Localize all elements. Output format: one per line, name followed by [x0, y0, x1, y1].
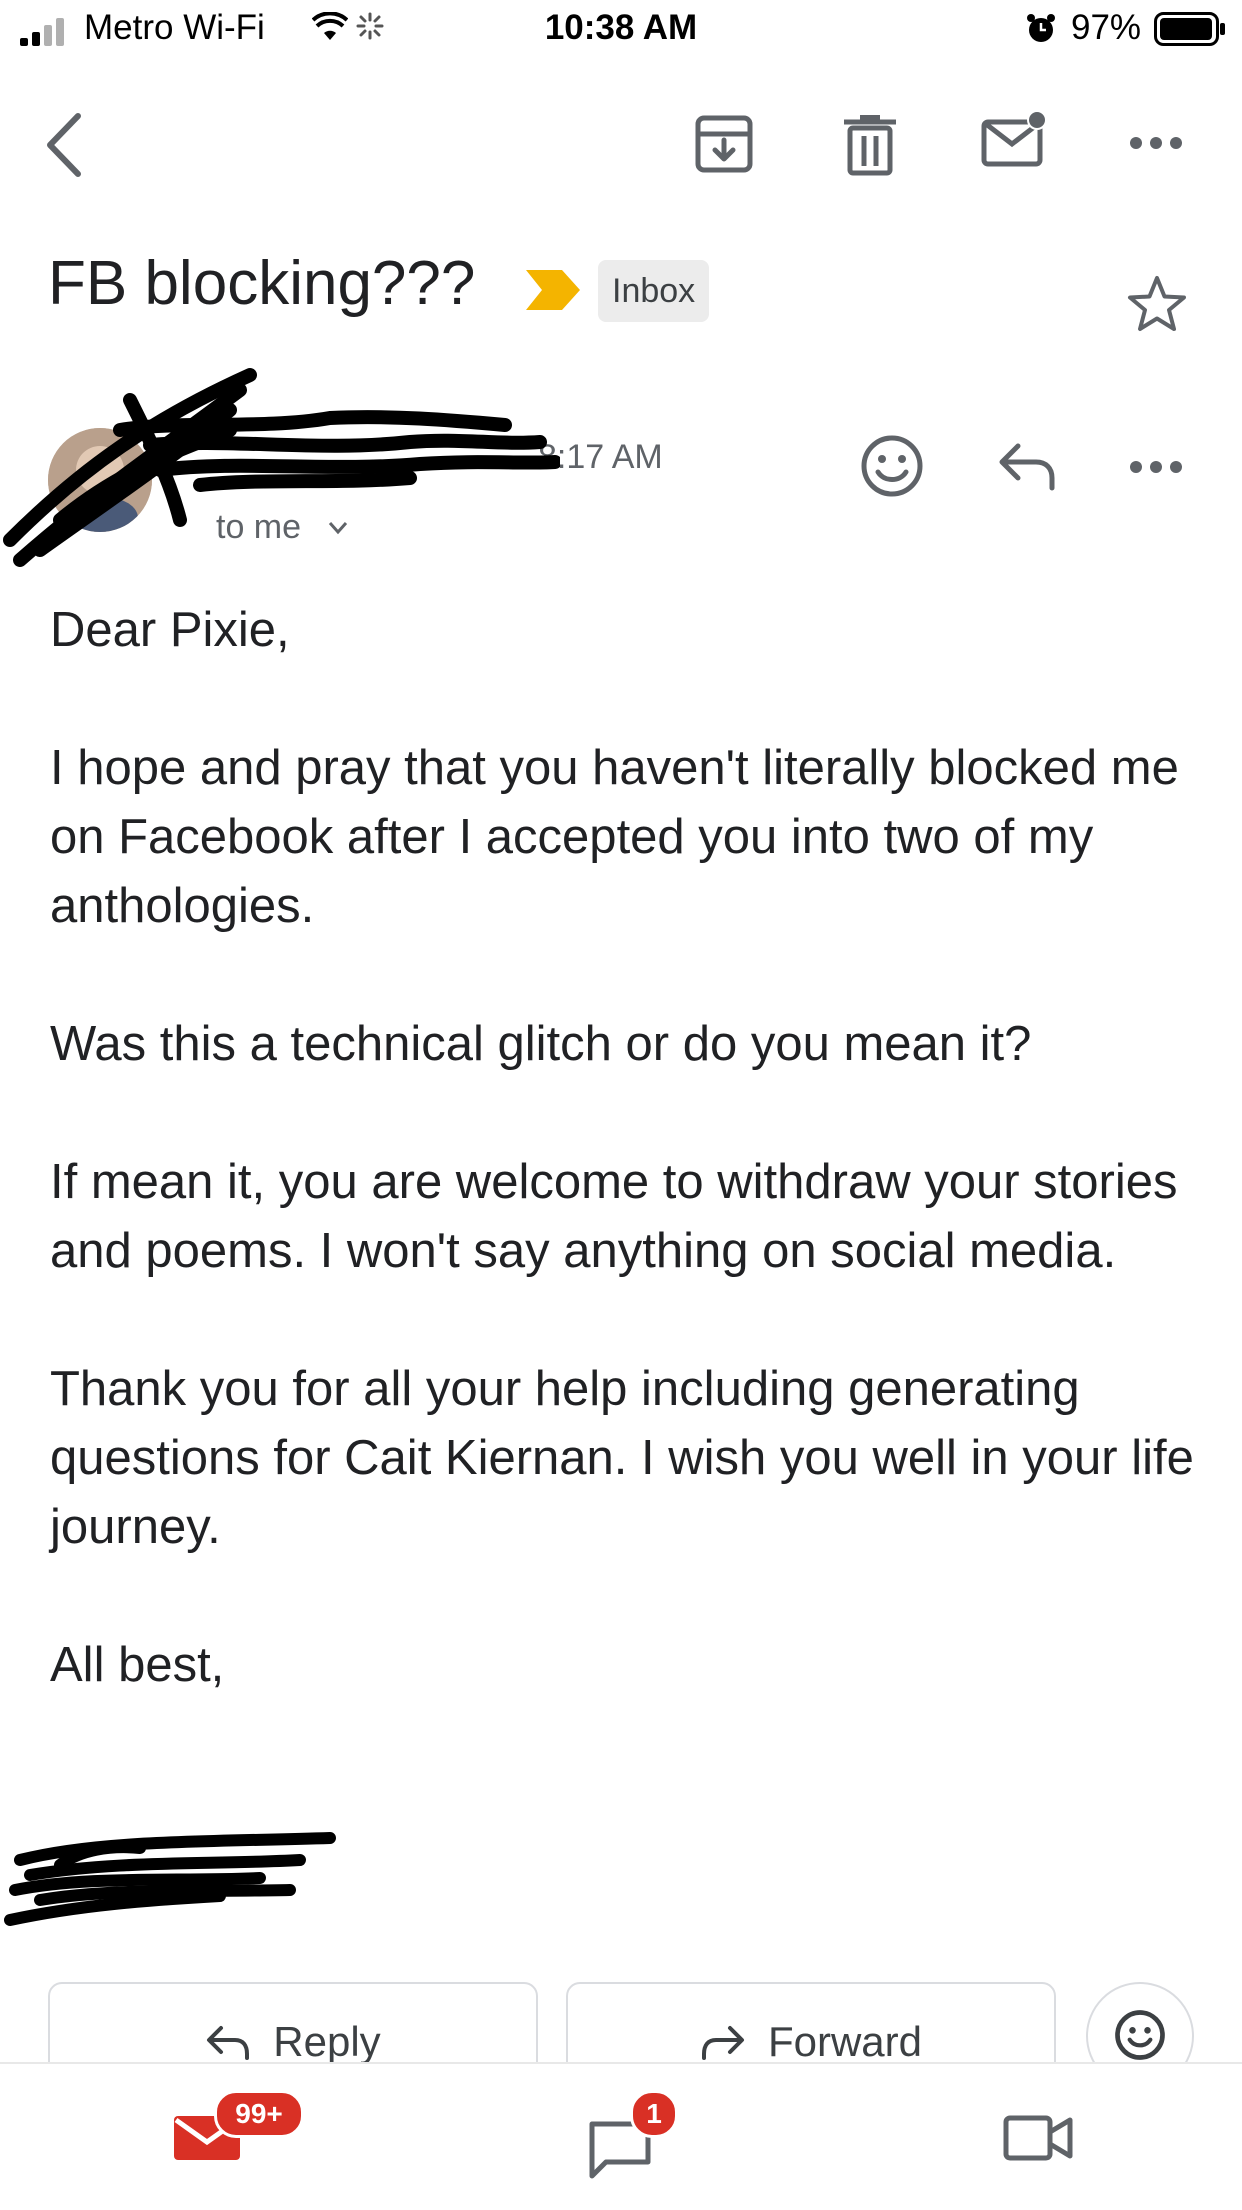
chat-unread-badge: 1 [630, 2090, 678, 2138]
archive-icon [695, 115, 753, 173]
delete-button[interactable] [842, 114, 898, 176]
archive-button[interactable] [694, 114, 754, 174]
back-button[interactable] [40, 110, 90, 180]
reply-label: Reply [273, 2018, 381, 2065]
body-paragraph: If mean it, you are welcome to withdraw … [50, 1155, 1178, 1278]
smiley-icon [861, 435, 923, 497]
body-paragraph: All best, [50, 1638, 225, 1692]
inbox-label[interactable]: Inbox [598, 260, 710, 322]
body-paragraph: I hope and pray that you haven't literal… [50, 741, 1179, 933]
body-paragraph: Thank you for all your help including ge… [50, 1362, 1194, 1554]
redaction-scribble [3, 368, 560, 567]
emoji-reaction-button[interactable] [860, 434, 924, 498]
body-paragraph: Dear Pixie, [50, 603, 290, 657]
back-icon [47, 113, 81, 177]
email-body: Dear Pixie, I hope and pray that you hav… [50, 596, 1210, 1700]
battery-percentage: 97% [1071, 8, 1142, 47]
trash-icon [844, 115, 896, 176]
video-meet-tab-icon[interactable] [1002, 2112, 1074, 2164]
more-options-button[interactable] [1128, 128, 1184, 158]
reply-icon [999, 443, 1055, 491]
more-icon [1130, 461, 1182, 473]
star-button[interactable] [1126, 274, 1188, 334]
star-icon [1128, 276, 1186, 331]
reply-icon [207, 2026, 250, 2060]
battery-icon [1154, 12, 1225, 46]
alarm-icon [1027, 14, 1055, 42]
email-subject: FB blocking??? [48, 249, 476, 318]
body-paragraph: Was this a technical glitch or do you me… [50, 1017, 1032, 1071]
status-bar: Metro Wi-Fi 10:38 AM 97% [0, 0, 1242, 62]
mail-unread-badge: 99+ [214, 2090, 304, 2138]
message-more-button[interactable] [1128, 452, 1184, 482]
importance-marker-icon[interactable] [524, 268, 582, 312]
signature-redaction-scribble [4, 1832, 336, 1926]
smiley-icon [1115, 2009, 1165, 2060]
mark-unread-icon [981, 110, 1047, 167]
forward-icon [701, 2026, 744, 2060]
more-icon [1130, 137, 1182, 149]
reply-button-header[interactable] [996, 440, 1056, 492]
forward-label: Forward [767, 2018, 923, 2065]
mark-unread-button[interactable] [980, 108, 1050, 170]
